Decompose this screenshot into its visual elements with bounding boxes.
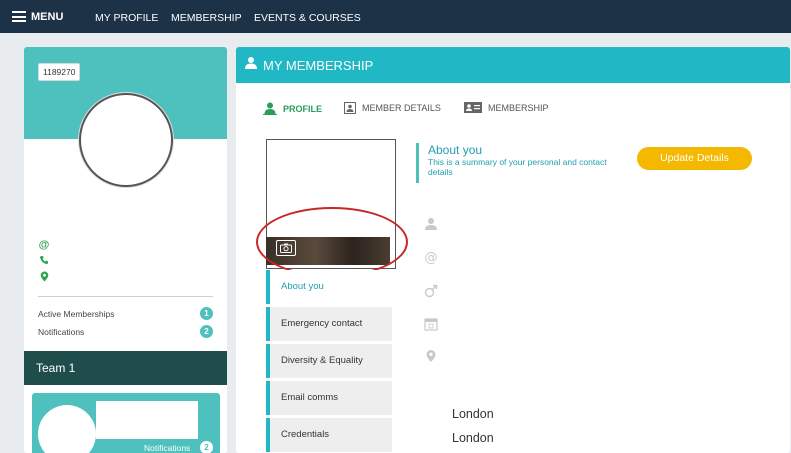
at-icon: @ — [425, 251, 438, 265]
profile-card: 1189270 @ Active Memberships 1 Notificat… — [24, 47, 227, 453]
active-memberships-count: 1 — [200, 307, 213, 320]
svg-text:@: @ — [425, 251, 438, 265]
side-nav-email-comms[interactable]: Email comms — [266, 381, 392, 415]
top-nav: MENU MY PROFILE MEMBERSHIP EVENTS & COUR… — [0, 0, 791, 33]
notifications-count: 2 — [200, 325, 213, 338]
tab-profile-label: PROFILE — [283, 103, 323, 114]
panel-header: MY MEMBERSHIP — [236, 47, 790, 83]
side-nav-diversity-equality[interactable]: Diversity & Equality — [266, 344, 392, 378]
calendar-icon — [424, 318, 438, 331]
member-details-icon — [344, 102, 356, 114]
user-icon — [244, 56, 258, 75]
active-memberships-label: Active Memberships — [38, 309, 115, 319]
city-value: London — [452, 407, 494, 421]
email-icon: @ — [38, 239, 50, 251]
city-value: London — [452, 431, 494, 445]
nav-events-courses[interactable]: EVENTS & COURSES — [254, 12, 361, 24]
tab-profile[interactable]: PROFILE — [263, 102, 322, 115]
panel-title: MY MEMBERSHIP — [263, 57, 374, 73]
menu-button[interactable]: MENU — [12, 11, 63, 23]
id-card-icon — [464, 102, 482, 113]
profile-tab-icon — [263, 102, 277, 115]
member-id-badge: 1189270 — [38, 63, 81, 81]
team-name[interactable]: Team 1 — [24, 351, 227, 385]
location-pin-icon — [38, 271, 50, 283]
tab-membership[interactable]: MEMBERSHIP — [464, 102, 549, 113]
side-nav-credentials[interactable]: Credentials — [266, 418, 392, 452]
tab-member-details[interactable]: MEMBER DETAILS — [344, 102, 441, 114]
team-info-box — [96, 401, 198, 439]
membership-panel: MY MEMBERSHIP PROFILE MEMBER DETAILS MEM… — [236, 47, 790, 453]
team-notifications-count: 2 — [200, 441, 213, 453]
tab-member-details-label: MEMBER DETAILS — [362, 103, 441, 113]
about-subtitle: This is a summary of your personal and c… — [428, 157, 607, 177]
side-nav-emergency-contact[interactable]: Emergency contact — [266, 307, 392, 341]
person-icon — [425, 218, 437, 230]
hamburger-icon — [12, 11, 26, 22]
nav-my-profile[interactable]: MY PROFILE — [95, 12, 158, 24]
team-avatar — [38, 405, 96, 453]
divider — [38, 296, 213, 297]
team-card[interactable]: Notifications 2 — [32, 393, 220, 453]
phone-icon — [38, 255, 50, 267]
gender-icon — [424, 284, 438, 298]
tab-membership-label: MEMBERSHIP — [488, 102, 549, 113]
team-notifications-label: Notifications — [144, 443, 191, 453]
about-title: About you — [428, 143, 483, 157]
about-section-header: About you This is a summary of your pers… — [416, 143, 628, 183]
update-details-button[interactable]: Update Details — [637, 147, 752, 170]
location-icon — [426, 350, 436, 362]
nav-membership[interactable]: MEMBERSHIP — [171, 12, 242, 24]
avatar[interactable] — [79, 93, 173, 187]
notifications-label[interactable]: Notifications — [38, 327, 84, 337]
side-nav-about-you[interactable]: About you — [266, 270, 392, 304]
menu-label: MENU — [31, 10, 64, 23]
highlight-annotation — [256, 207, 408, 277]
